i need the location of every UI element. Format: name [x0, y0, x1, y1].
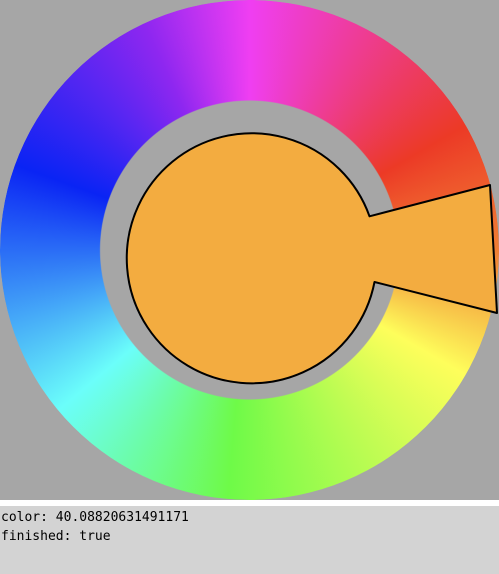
finished-label: finished:	[1, 529, 72, 544]
status-panel: color: 40.08820631491171 finished: true	[0, 506, 499, 574]
color-label: color:	[1, 510, 48, 525]
status-color-line: color: 40.08820631491171	[1, 510, 189, 526]
hue-selector-svg[interactable]	[0, 0, 499, 500]
status-finished-line: finished: true	[1, 529, 111, 545]
color-value: 40.08820631491171	[55, 510, 189, 525]
hue-selector-knob[interactable]	[125, 132, 498, 385]
color-picker-canvas[interactable]	[0, 0, 499, 500]
finished-value: true	[79, 529, 111, 544]
